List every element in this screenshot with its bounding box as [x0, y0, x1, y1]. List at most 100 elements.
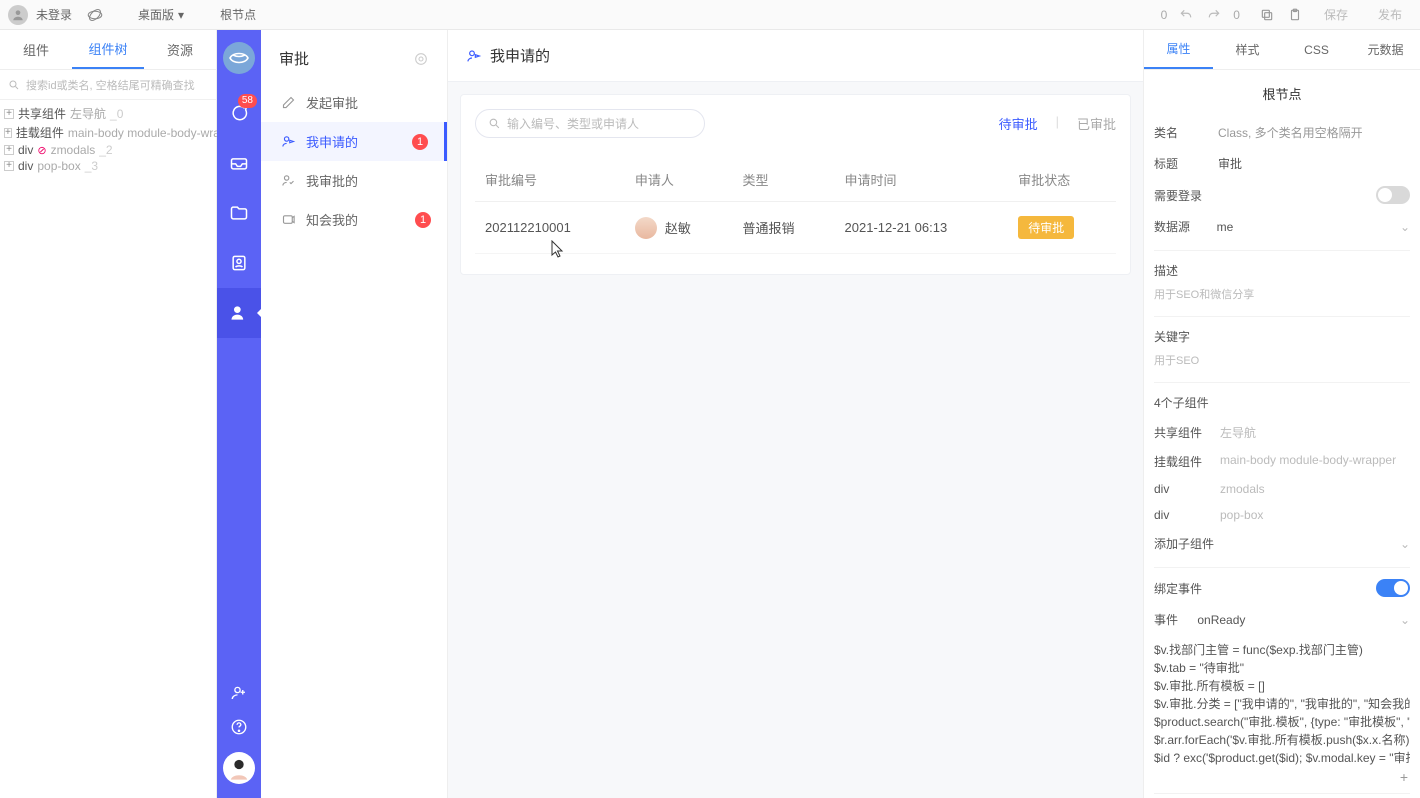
error-icon: ⊘ — [37, 144, 46, 157]
content-header: 我申请的 — [448, 30, 1143, 82]
submenu-item-cc[interactable]: 知会我的 1 — [261, 200, 447, 239]
add-event-button[interactable]: + — [1154, 767, 1410, 785]
badge: 1 — [412, 134, 428, 150]
save-button[interactable]: 保存 — [1314, 2, 1358, 27]
bind-event-label: 绑定事件 — [1154, 580, 1202, 597]
child-row[interactable]: divzmodals — [1154, 476, 1410, 502]
submenu-label: 我申请的 — [306, 132, 358, 151]
rail-approval[interactable] — [217, 288, 261, 338]
redo-icon[interactable] — [1205, 6, 1223, 24]
rail-inbox[interactable] — [217, 138, 261, 188]
chevron-down-icon[interactable]: ⌄ — [1400, 537, 1410, 551]
user-send-icon — [281, 134, 296, 149]
col-time: 申请时间 — [835, 158, 1009, 202]
child-row[interactable]: 挂载组件main-body module-body-wrapper — [1154, 447, 1410, 476]
title-value[interactable]: 审批 — [1218, 155, 1410, 172]
viewport-select[interactable]: 桌面版 ▾ — [128, 4, 194, 25]
tree-node[interactable]: +共享组件左导航_0 — [4, 104, 212, 123]
class-value[interactable]: Class, 多个类名用空格隔开 — [1218, 124, 1410, 141]
more-props[interactable]: 更多属性› — [1154, 794, 1410, 798]
cell-no: 202112210001 — [475, 202, 625, 254]
properties-panel: 属性 样式 CSS 元数据 根节点 类名 Class, 多个类名用空格隔开 标题审… — [1143, 30, 1420, 798]
chat-badge: 58 — [238, 94, 257, 108]
keywords-label: 关键字 — [1154, 328, 1210, 345]
root-node-label: 根节点 — [220, 6, 256, 23]
prop-tab-attrs[interactable]: 属性 — [1144, 30, 1213, 69]
filter-pending[interactable]: 待审批 — [999, 114, 1038, 133]
table-row[interactable]: 202112210001 赵敏 普通报销 2021-12-21 06:13 待审… — [475, 202, 1116, 254]
tree-node[interactable]: +divpop-box_3 — [4, 158, 212, 174]
status-badge: 待审批 — [1018, 216, 1074, 239]
nav-rail: 58 — [217, 30, 261, 798]
top-bar: 未登录 桌面版 ▾ 根节点 0 0 保存 发布 — [0, 0, 1420, 30]
cell-status: 待审批 — [1008, 202, 1116, 254]
rail-contacts[interactable] — [217, 238, 261, 288]
col-type: 类型 — [733, 158, 835, 202]
cell-applicant: 赵敏 — [625, 202, 733, 254]
copy-icon[interactable] — [1258, 6, 1276, 24]
prop-tab-meta[interactable]: 元数据 — [1351, 30, 1420, 69]
content-area: 我申请的 输入编号、类型或申请人 待审批 | 已审批 审批编号 申请人 类型 — [448, 30, 1143, 798]
tree-search[interactable]: 搜索id或类名, 空格结尾可精确查找 — [0, 70, 216, 100]
user-avatar-icon[interactable] — [8, 5, 28, 25]
keywords-hint: 用于SEO — [1154, 352, 1410, 374]
col-no: 审批编号 — [475, 158, 625, 202]
notify-icon — [281, 212, 296, 227]
tab-component-tree[interactable]: 组件树 — [72, 30, 144, 69]
bind-event-toggle[interactable] — [1376, 579, 1410, 597]
title-label: 标题 — [1154, 155, 1210, 172]
content-search[interactable]: 输入编号、类型或申请人 — [475, 109, 705, 138]
child-row[interactable]: 共享组件左导航 — [1154, 418, 1410, 447]
desc-hint: 用于SEO和微信分享 — [1154, 286, 1410, 308]
datasource-value[interactable]: me — [1217, 220, 1234, 234]
tab-components[interactable]: 组件 — [0, 30, 72, 69]
event-code[interactable]: $v.找部门主管 = func($exp.找部门主管) $v.tab = "待审… — [1154, 635, 1410, 767]
rail-user-add-icon[interactable] — [230, 684, 248, 702]
badge: 1 — [415, 212, 431, 228]
submenu-label: 知会我的 — [306, 210, 358, 229]
chevron-down-icon[interactable]: ⌄ — [1400, 613, 1410, 627]
rail-files[interactable] — [217, 188, 261, 238]
brand-icon — [86, 6, 104, 24]
gear-lite-icon[interactable] — [413, 51, 429, 67]
cell-time: 2021-12-21 06:13 — [835, 202, 1009, 254]
edit-icon — [281, 95, 296, 110]
desc-label: 描述 — [1154, 262, 1210, 279]
prop-tab-style[interactable]: 样式 — [1213, 30, 1282, 69]
rail-help-icon[interactable] — [230, 718, 248, 736]
col-applicant: 申请人 — [625, 158, 733, 202]
prop-tab-css[interactable]: CSS — [1282, 30, 1351, 69]
event-value[interactable]: onReady — [1197, 613, 1245, 627]
submenu-item-mine[interactable]: 我申请的 1 — [261, 122, 447, 161]
undo-icon[interactable] — [1177, 6, 1195, 24]
content-title: 我申请的 — [490, 45, 550, 66]
user-send-icon — [466, 48, 482, 64]
left-panel: 组件 组件树 资源 搜索id或类名, 空格结尾可精确查找 +共享组件左导航_0 … — [0, 30, 217, 798]
submenu-label: 发起审批 — [306, 93, 358, 112]
children-header: 4个子组件 — [1154, 394, 1209, 411]
need-login-toggle[interactable] — [1376, 186, 1410, 204]
submenu-item-review[interactable]: 我审批的 — [261, 161, 447, 200]
class-label: 类名 — [1154, 124, 1210, 141]
child-row[interactable]: divpop-box — [1154, 502, 1410, 528]
submenu-item-initiate[interactable]: 发起审批 — [261, 83, 447, 122]
approval-submenu: 审批 发起审批 我申请的 1 我审批的 知会我的 1 — [261, 30, 448, 798]
tree-node[interactable]: +挂载组件main-body module-body-wrapper — [4, 123, 212, 142]
tab-resources[interactable]: 资源 — [144, 30, 216, 69]
publish-button[interactable]: 发布 — [1368, 2, 1412, 27]
tree-node[interactable]: +div⊘zmodals_2 — [4, 142, 212, 158]
tree-search-placeholder: 搜索id或类名, 空格结尾可精确查找 — [26, 77, 195, 93]
rail-chat[interactable]: 58 — [217, 88, 261, 138]
chevron-down-icon[interactable]: ⌄ — [1400, 220, 1410, 234]
submenu-label: 我审批的 — [306, 171, 358, 190]
filter-done[interactable]: 已审批 — [1077, 114, 1116, 133]
paste-icon[interactable] — [1286, 6, 1304, 24]
applicant-avatar-icon — [635, 217, 657, 239]
search-icon — [488, 117, 501, 130]
add-child[interactable]: 添加子组件 — [1154, 535, 1214, 552]
cell-type: 普通报销 — [733, 202, 835, 254]
rail-user-avatar[interactable] — [223, 752, 255, 784]
viewport-label: 桌面版 — [138, 6, 174, 23]
prop-node-title: 根节点 — [1154, 78, 1410, 113]
submenu-title: 审批 — [279, 48, 309, 69]
